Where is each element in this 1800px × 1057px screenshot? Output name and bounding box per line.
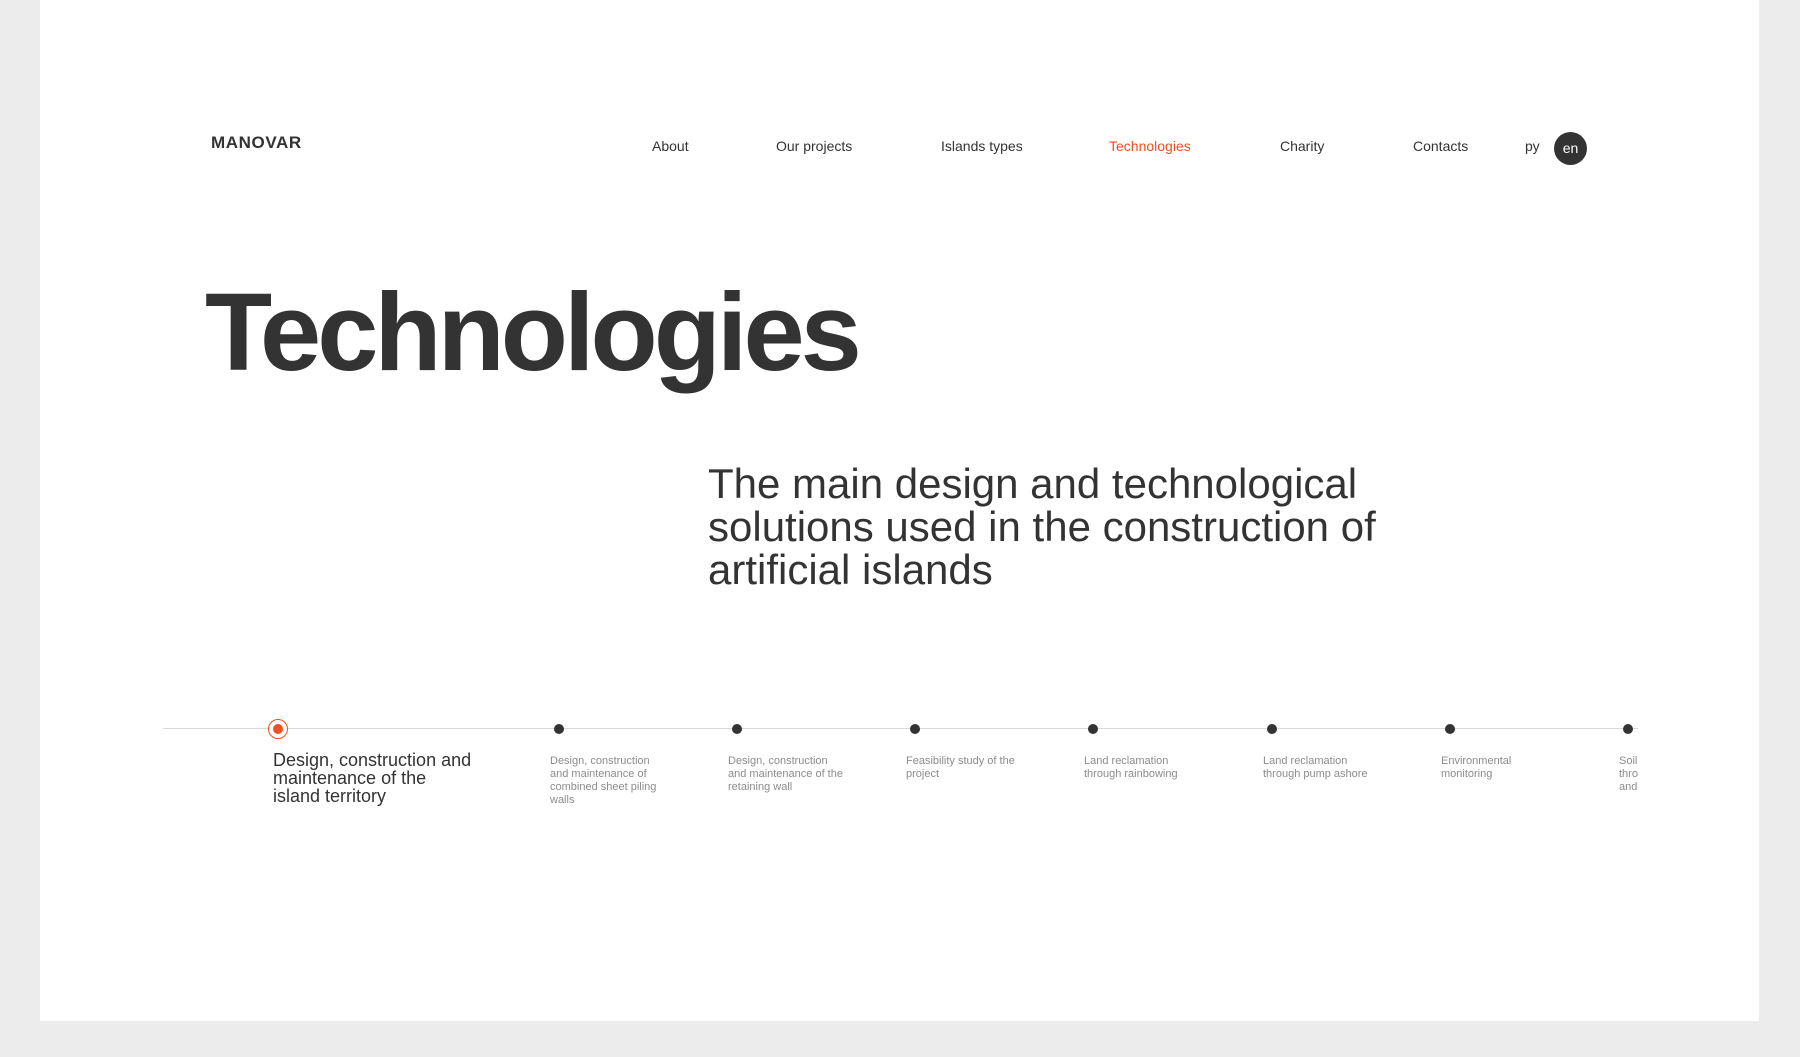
timeline-dot xyxy=(1623,724,1633,734)
lang-en-button[interactable]: en xyxy=(1554,132,1587,165)
nav-item-about[interactable]: About xyxy=(652,138,689,154)
timeline-item-label: Design, construction and maintenance of … xyxy=(728,755,843,793)
lead-text: The main design and technological soluti… xyxy=(708,460,1376,593)
timeline-dot xyxy=(1088,724,1098,734)
timeline-dot xyxy=(554,724,564,734)
timeline-line xyxy=(163,728,1638,729)
timeline-dot xyxy=(732,724,742,734)
page-title: Technologies xyxy=(205,271,862,394)
main-nav: About Our projects Islands types Technol… xyxy=(40,138,1759,158)
nav-item-our-projects[interactable]: Our projects xyxy=(776,138,852,154)
timeline-item-label: Soil improvement through compaction and … xyxy=(1619,755,1638,793)
technologies-timeline: Design, construction and maintenance of … xyxy=(163,700,1638,830)
timeline-item-label: Environmental monitoring xyxy=(1441,755,1512,780)
timeline-dot xyxy=(1267,724,1277,734)
nav-item-technologies[interactable]: Technologies xyxy=(1109,138,1191,154)
timeline-dot xyxy=(1445,724,1455,734)
timeline-item-label: Land reclamation through rainbowing xyxy=(1084,755,1178,780)
timeline-item-label: Land reclamation through pump ashore xyxy=(1263,755,1368,780)
timeline-item-label: Design, construction and maintenance of … xyxy=(273,750,472,806)
nav-item-charity[interactable]: Charity xyxy=(1280,138,1324,154)
timeline-dot xyxy=(910,724,920,734)
nav-item-islands-types[interactable]: Islands types xyxy=(941,138,1023,154)
lang-ru-button[interactable]: ру xyxy=(1525,138,1540,154)
timeline-item-label: Feasibility study of the project xyxy=(906,755,1015,780)
timeline-item-label: Design, construction and maintenance of … xyxy=(550,755,657,806)
timeline-dot-active xyxy=(268,719,288,739)
page-card: MANOVAR About Our projects Islands types… xyxy=(40,0,1759,1021)
nav-item-contacts[interactable]: Contacts xyxy=(1413,138,1468,154)
